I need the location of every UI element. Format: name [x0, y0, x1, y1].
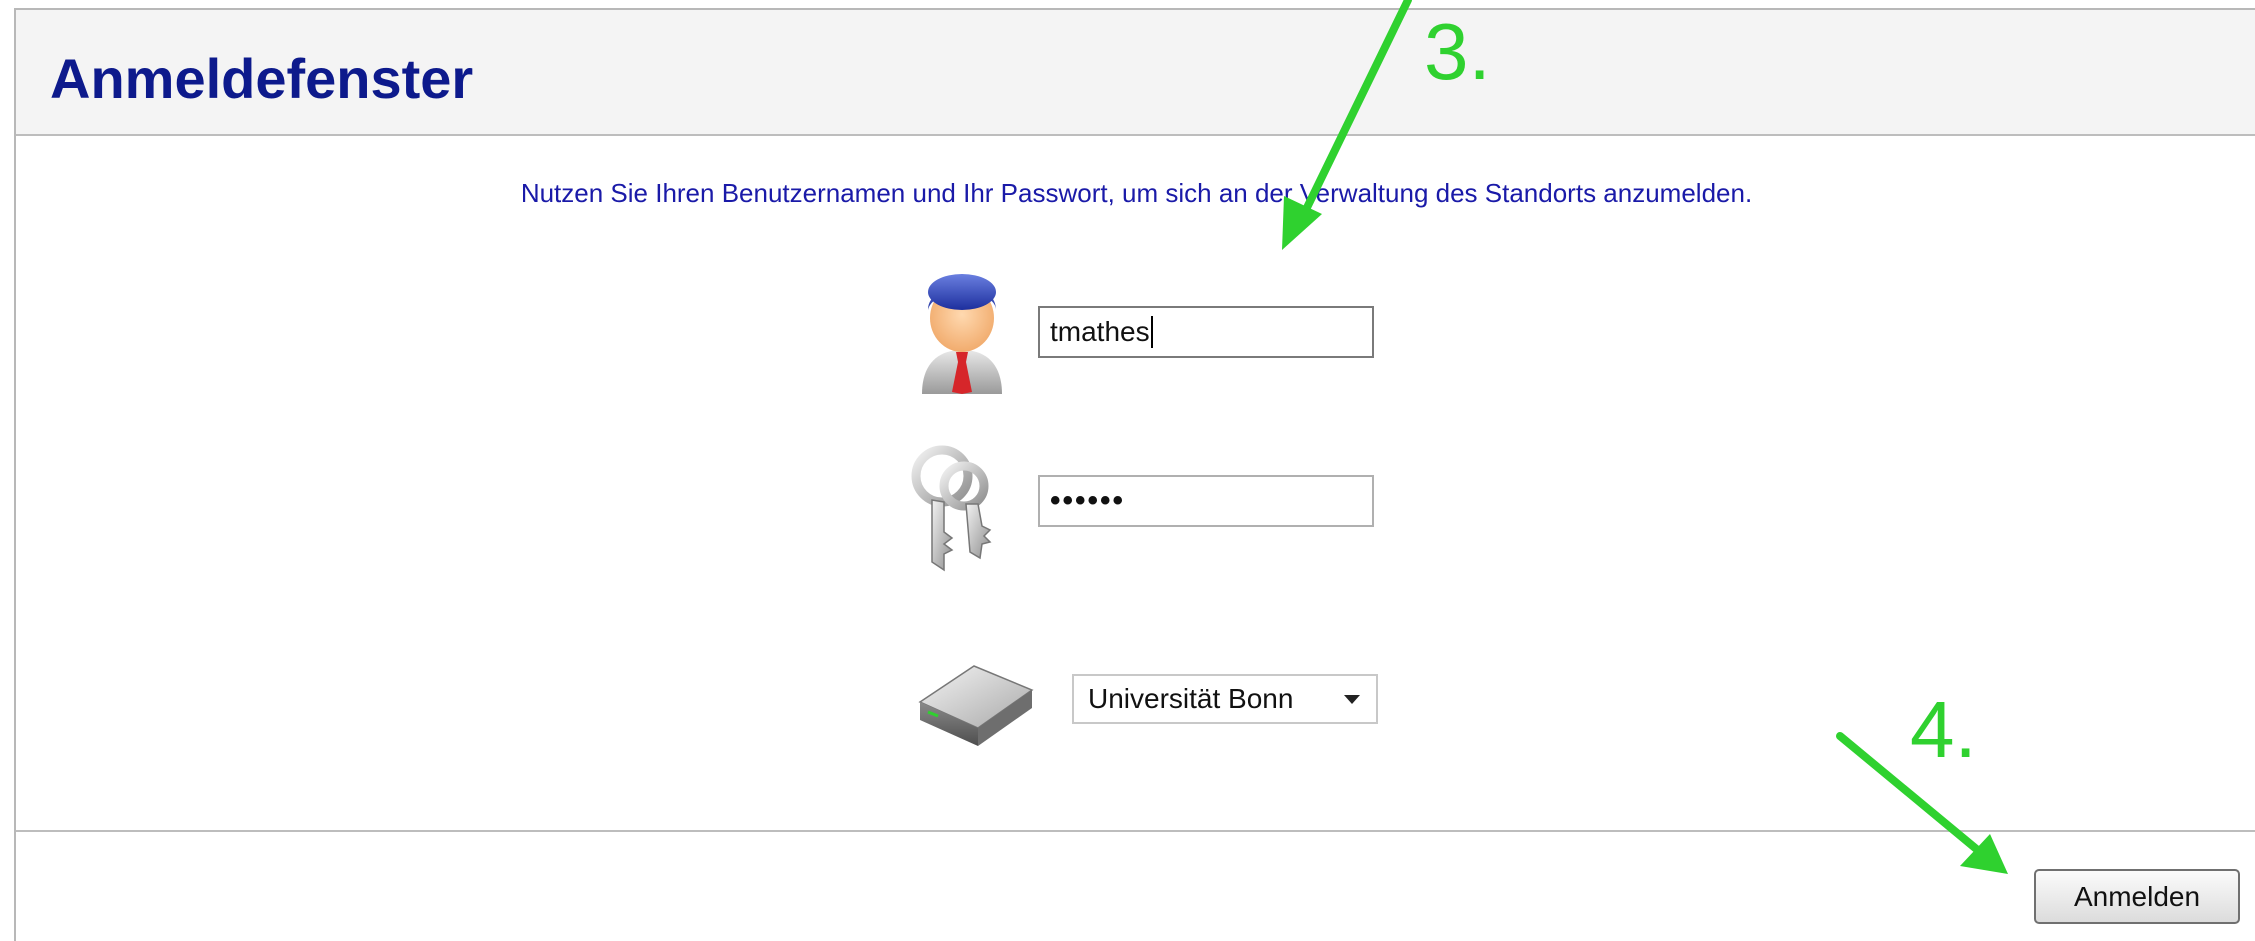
site-selected-value: Universität Bonn — [1088, 683, 1294, 714]
intro-text: Nutzen Sie Ihren Benutzernamen und Ihr P… — [520, 178, 1753, 208]
login-panel: Anmeldefenster Nutzen Sie Ihren Benutzer… — [14, 8, 2255, 941]
login-button[interactable]: Anmelden — [2034, 869, 2240, 924]
drive-icon — [916, 650, 1036, 750]
window-title: Anmeldefenster — [50, 47, 474, 110]
keys-icon — [908, 442, 1012, 572]
header-bar: Anmeldefenster — [16, 10, 2255, 136]
username-value: tmathes — [1050, 316, 1150, 347]
user-icon — [916, 266, 1008, 394]
password-input[interactable]: •••••• — [1038, 475, 1374, 527]
annotation-step4: 4. — [1910, 685, 1977, 774]
text-cursor — [1150, 316, 1153, 348]
dropdown-arrow-icon[interactable] — [1344, 695, 1360, 704]
username-input[interactable]: tmathes — [1038, 306, 1374, 358]
annotation-step3: 3. — [1424, 7, 1491, 96]
password-value: •••••• — [1050, 484, 1126, 517]
site-select[interactable]: Universität Bonn — [1072, 674, 1378, 724]
footer-divider — [16, 830, 2255, 832]
